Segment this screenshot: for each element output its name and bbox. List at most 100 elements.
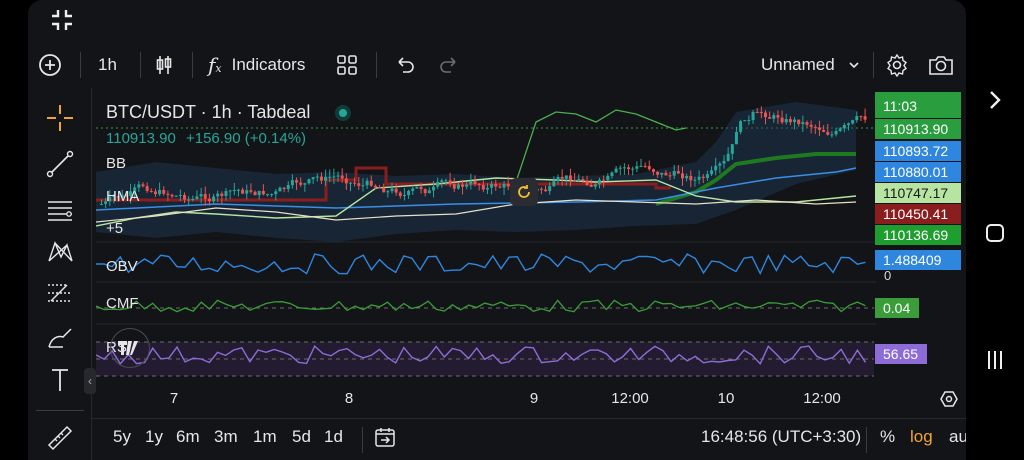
candle-body xyxy=(419,186,423,190)
chart-screen: 1h fx Indicators Unnamed BTC/USDT · 1h ·… xyxy=(28,0,966,460)
range-button[interactable]: 6m xyxy=(176,427,200,447)
candle-body xyxy=(266,194,269,196)
percent-toggle[interactable]: % xyxy=(880,427,895,447)
candle-body xyxy=(427,190,431,194)
candle-body xyxy=(220,193,224,196)
indicator-label-bb[interactable]: BB xyxy=(106,155,126,172)
candle-body xyxy=(589,184,593,187)
pattern-icon xyxy=(48,241,73,262)
candle-body xyxy=(772,115,776,119)
candle-body xyxy=(170,194,174,197)
indicator-label-hma[interactable]: HMA xyxy=(106,188,139,205)
range-button[interactable]: 1m xyxy=(253,427,277,447)
candle-body xyxy=(747,120,751,121)
candle-body xyxy=(614,168,618,173)
crosshair-tool[interactable] xyxy=(42,100,78,136)
templates-button[interactable] xyxy=(336,42,358,88)
candle-body xyxy=(739,121,743,132)
tradingview-logo[interactable] xyxy=(110,328,150,368)
back-button[interactable] xyxy=(982,88,1008,119)
projection-icon xyxy=(48,284,72,302)
rotate-icon xyxy=(518,185,530,198)
collapse-toolbar-button[interactable]: ‹ xyxy=(84,368,96,394)
undo-button[interactable] xyxy=(394,42,416,88)
time-axis[interactable]: 7 8 9 12:00 10 12:00 xyxy=(96,386,958,413)
symbol-title[interactable]: BTC/USDT · 1h · Tabdeal xyxy=(106,102,310,123)
pattern-tool[interactable] xyxy=(42,234,78,270)
candle-body xyxy=(456,184,460,189)
candle-body xyxy=(236,189,240,191)
range-button[interactable]: 5d xyxy=(292,427,311,447)
pane-label-obv[interactable]: OBV xyxy=(106,258,138,275)
go-to-date-button[interactable] xyxy=(373,425,397,454)
trend-line-icon xyxy=(46,150,74,178)
forecast-tool[interactable] xyxy=(42,276,78,312)
recents-icon xyxy=(988,351,1002,369)
candle-body xyxy=(477,183,481,185)
candle-body xyxy=(726,153,730,161)
candle-body xyxy=(183,194,186,200)
log-toggle[interactable]: log xyxy=(910,427,933,447)
recents-button[interactable] xyxy=(982,348,1008,379)
range-button[interactable]: 1y xyxy=(145,427,163,447)
home-button[interactable] xyxy=(982,220,1008,251)
candle-body xyxy=(328,176,332,178)
candle-body xyxy=(349,182,352,184)
range-button[interactable]: 5y xyxy=(113,427,131,447)
screenshot-button[interactable] xyxy=(928,42,954,88)
hexagon-settings-icon xyxy=(940,391,958,407)
pane-label-cmf[interactable]: CMF xyxy=(106,295,139,312)
candle-body xyxy=(602,179,606,181)
candle-body xyxy=(203,194,207,199)
auto-toggle[interactable]: auto xyxy=(949,427,966,447)
brush-tool[interactable] xyxy=(42,320,78,356)
candle-body xyxy=(232,190,236,192)
time-label: 12:00 xyxy=(803,390,841,407)
indicators-button[interactable]: fx Indicators xyxy=(208,42,305,88)
candle-body xyxy=(847,123,850,125)
interval-button[interactable]: 1h xyxy=(98,42,117,88)
clock-timezone[interactable]: 16:48:56 (UTC+3:30) xyxy=(701,427,861,447)
measure-tool[interactable] xyxy=(42,420,78,456)
top-toolbar: 1h fx Indicators Unnamed xyxy=(28,42,966,88)
layout-name-button[interactable]: Unnamed xyxy=(761,42,861,88)
candle-body xyxy=(751,112,755,120)
candle-body xyxy=(224,191,228,196)
time-label: 12:00 xyxy=(611,390,649,407)
candle-body xyxy=(444,180,448,182)
candle-body xyxy=(373,185,377,188)
text-tool[interactable] xyxy=(42,362,78,398)
scroll-to-realtime-button[interactable] xyxy=(510,178,538,206)
settings-button[interactable] xyxy=(885,42,909,88)
add-symbol-button[interactable] xyxy=(38,42,62,88)
candle-body xyxy=(141,184,145,187)
candle-body xyxy=(556,177,560,182)
chart-settings-button[interactable] xyxy=(940,390,958,413)
candle-body xyxy=(647,166,651,170)
horizontal-lines-icon xyxy=(48,201,72,221)
range-button[interactable]: 3m xyxy=(214,427,238,447)
gear-icon xyxy=(887,53,907,77)
text-icon xyxy=(52,369,68,391)
candle-body xyxy=(494,184,498,187)
candle-body xyxy=(195,196,199,199)
range-button[interactable]: 1d xyxy=(324,427,343,447)
candle-body xyxy=(216,193,220,197)
fib-tool[interactable] xyxy=(42,192,78,228)
price-badge-bb-upper: 110893.72 xyxy=(875,141,961,161)
exit-fullscreen-icon[interactable] xyxy=(50,8,74,32)
candle-body xyxy=(436,181,440,187)
candle-body xyxy=(411,188,415,191)
redo-button[interactable] xyxy=(438,42,460,88)
candle-body xyxy=(788,119,792,123)
price-scale[interactable]: 11:03 110913.90 110893.72 110880.01 1107… xyxy=(874,92,966,382)
candle-body xyxy=(809,124,813,127)
chart-type-button[interactable] xyxy=(152,42,176,88)
price-badge-support: 110136.69 xyxy=(875,225,961,245)
candle-body xyxy=(855,116,859,121)
candle-body xyxy=(564,175,568,179)
candle-body xyxy=(618,167,622,169)
more-indicators-label[interactable]: +5 xyxy=(106,220,123,237)
trend-line-tool[interactable] xyxy=(42,146,78,182)
candle-body xyxy=(610,172,614,177)
